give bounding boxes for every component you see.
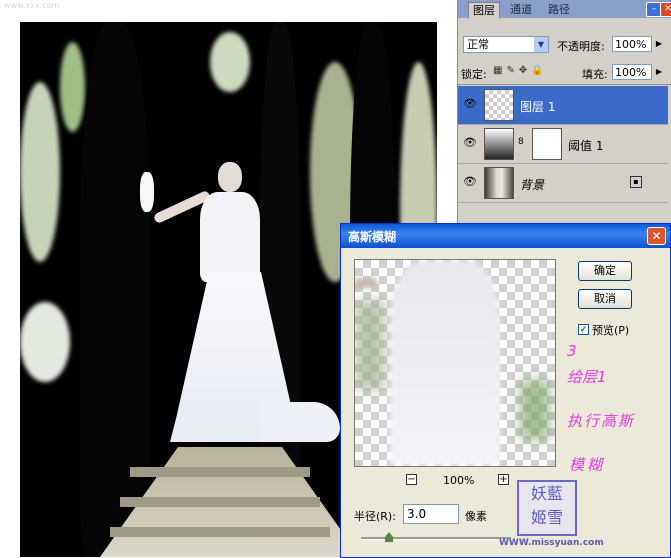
close-icon[interactable]: ✕ xyxy=(660,2,671,17)
layer-list: 👁 图层 1 👁 8 阈值 1 👁 背景 ▪ xyxy=(458,84,671,231)
eye-icon[interactable]: 👁 xyxy=(463,176,477,188)
adjustment-icon xyxy=(484,128,514,160)
layer-name: 图层 1 xyxy=(520,100,556,114)
opacity-arrow-icon[interactable]: ▶ xyxy=(654,36,664,52)
annotation-line: 模糊 xyxy=(569,456,606,474)
annotation-line: 给层1 xyxy=(567,368,607,386)
preview-checkbox-label: 预览(P) xyxy=(592,324,630,337)
radius-slider-thumb[interactable] xyxy=(385,532,393,542)
layer-row-background[interactable]: 👁 背景 ▪ xyxy=(458,164,668,203)
unit-label: 像素 xyxy=(465,510,487,523)
opacity-input[interactable]: 100% xyxy=(612,36,652,52)
watermark-top: www.xxx.com xyxy=(4,1,60,10)
stamp-line: 妖藍 xyxy=(530,484,563,503)
panel-tab-bar: 图层 通道 路径 – ✕ xyxy=(458,0,671,19)
path-step xyxy=(110,527,330,537)
foliage-highlight xyxy=(60,42,85,132)
logo-stamp: 妖藍 姬雪 xyxy=(517,480,577,536)
layer-row-threshold[interactable]: 👁 8 阈值 1 xyxy=(458,125,668,164)
annotation-line: 执行高斯 xyxy=(567,412,636,430)
bride-bodice xyxy=(200,192,260,282)
checkmark-icon[interactable]: ✔ xyxy=(578,324,589,335)
preview-dress xyxy=(390,260,500,466)
ok-button[interactable]: 确定 xyxy=(578,261,632,281)
lock-label: 锁定: xyxy=(461,68,487,81)
radius-input[interactable]: 3.0 xyxy=(403,504,459,524)
blend-mode-value: 正常 xyxy=(467,38,489,51)
bride-train xyxy=(260,402,340,442)
gaussian-blur-dialog: 高斯模糊 ✕ − 100% + 确定 取消 ✔ 预览(P) 3 给层1 执行高斯… xyxy=(340,223,671,558)
blend-mode-select[interactable]: 正常 ▼ xyxy=(463,36,549,53)
eye-icon[interactable]: 👁 xyxy=(463,137,477,149)
eye-icon[interactable]: 👁 xyxy=(463,98,477,110)
dialog-title: 高斯模糊 xyxy=(348,230,397,244)
preview-arm xyxy=(355,278,377,288)
stamp-line: 姬雪 xyxy=(530,508,563,527)
path-step xyxy=(120,497,320,507)
tab-paths[interactable]: 路径 xyxy=(544,2,574,18)
preview-foliage xyxy=(355,300,385,390)
zoom-value: 100% xyxy=(443,474,475,487)
blur-preview[interactable] xyxy=(354,259,556,467)
layer-name: 阈值 1 xyxy=(568,139,604,153)
radius-label: 半径(R): xyxy=(354,510,396,523)
foliage-left xyxy=(20,82,60,262)
layer-name: 背景 xyxy=(520,178,545,192)
fill-arrow-icon[interactable]: ▶ xyxy=(654,64,664,80)
foliage-bottom-left xyxy=(20,302,70,382)
tab-channels[interactable]: 通道 xyxy=(506,2,536,18)
layer-thumbnail xyxy=(484,89,514,121)
annotation-line: 3 xyxy=(567,342,577,360)
site-watermark: WWW.missyuan.com xyxy=(499,538,604,548)
tab-layers[interactable]: 图层 xyxy=(468,2,500,19)
layer-thumbnail xyxy=(484,167,514,199)
lock-icon: ▪ xyxy=(630,176,642,188)
bride-raised-hand xyxy=(140,172,154,212)
layers-panel: 图层 通道 路径 – ✕ 正常 ▼ 不透明度: 100% ▶ 锁定: ▦✎✥🔒 … xyxy=(457,0,671,230)
fill-input[interactable]: 100% xyxy=(612,64,652,80)
layer-row-layer1[interactable]: 👁 图层 1 xyxy=(458,86,668,125)
bride-head xyxy=(218,162,242,192)
zoom-out-icon[interactable]: − xyxy=(406,474,417,485)
zoom-in-icon[interactable]: + xyxy=(498,474,509,485)
cancel-button[interactable]: 取消 xyxy=(578,289,632,309)
lock-options[interactable]: ▦✎✥🔒 xyxy=(493,65,548,76)
chevron-down-icon[interactable]: ▼ xyxy=(534,37,548,52)
radius-slider-track[interactable] xyxy=(361,537,511,540)
fill-label: 填充: xyxy=(582,68,608,81)
layer-mask-thumbnail xyxy=(532,128,562,160)
preview-foliage xyxy=(520,380,550,440)
foliage-top xyxy=(210,32,250,92)
close-icon[interactable]: ✕ xyxy=(647,227,666,245)
opacity-label: 不透明度: xyxy=(557,40,605,53)
link-icon: 8 xyxy=(518,137,524,147)
dialog-title-bar[interactable]: 高斯模糊 ✕ xyxy=(341,224,670,248)
